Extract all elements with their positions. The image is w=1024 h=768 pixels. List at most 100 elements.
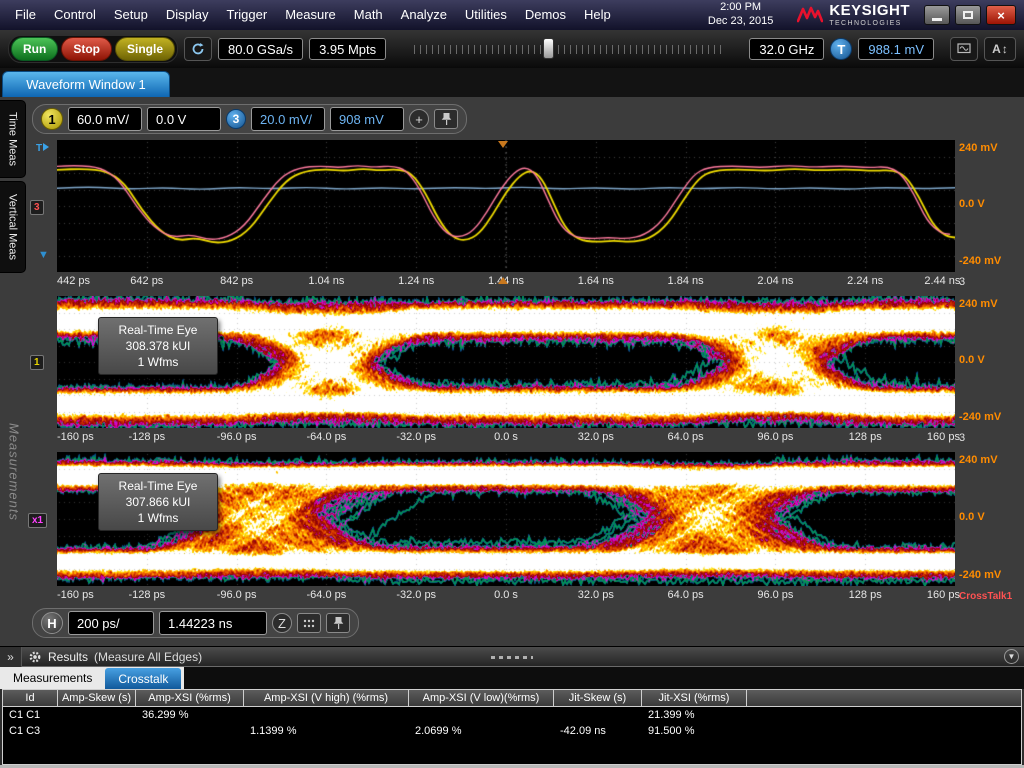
eye2-source-marker[interactable]: x1	[28, 513, 47, 528]
tab-vertical-meas[interactable]: Vertical Meas	[0, 181, 26, 273]
results-tab-bar: MeasurementsCrosstalk	[0, 667, 1024, 689]
channel3-scale-field[interactable]: 20.0 mV/	[251, 107, 325, 131]
menu-bar: FileControlSetupDisplayTriggerMeasureMat…	[0, 0, 1024, 30]
x-tick-label: 2.44 ns	[924, 275, 960, 287]
stop-button[interactable]: Stop	[61, 37, 112, 61]
restore-button[interactable]	[955, 5, 981, 25]
trigger-level-field[interactable]: 988.1 mV	[858, 38, 934, 60]
tab-time-meas[interactable]: Time Meas	[0, 100, 26, 178]
run-control-group: Run Stop Single	[8, 35, 178, 63]
table-row[interactable]: C1 C31.1399 %2.0699 %-42.09 ns91.500 %	[3, 723, 1021, 739]
menu-item-display[interactable]: Display	[157, 0, 218, 30]
waveform-plot[interactable]	[57, 140, 955, 272]
grid-options-button[interactable]	[297, 613, 321, 633]
refresh-icon-button[interactable]	[184, 37, 212, 61]
table-row[interactable]: C1 C136.299 %21.399 %	[3, 707, 1021, 723]
results-table-header: IdAmp-Skew (s)Amp-XSI (%rms)Amp-XSI (V h…	[3, 690, 1021, 707]
trigger-position-marker-top[interactable]	[498, 141, 508, 148]
clock-time: 2:00 PM	[708, 1, 773, 15]
autoscale-label: A	[992, 42, 1001, 56]
run-button[interactable]: Run	[11, 37, 58, 61]
tab-measurements[interactable]: Measurements	[0, 667, 105, 689]
minimize-button[interactable]	[924, 5, 950, 25]
table-cell: C1 C3	[3, 725, 58, 737]
pin-button[interactable]	[326, 613, 350, 633]
collapse-results-button[interactable]: ▼	[1004, 649, 1019, 664]
plot1-source-label: 3	[959, 276, 1021, 288]
channel3-badge[interactable]: 3	[226, 109, 246, 129]
refresh-icon	[191, 42, 205, 56]
tab-waveform-window-1[interactable]: Waveform Window 1	[2, 71, 170, 97]
timebase-position-field[interactable]: 1.44223 ns	[159, 611, 267, 635]
menu-item-utilities[interactable]: Utilities	[456, 0, 516, 30]
x-tick-label: -128 ps	[128, 431, 165, 443]
y-axis-label: -240 mV	[959, 411, 1021, 423]
eye-overlay-title: Real-Time Eye	[119, 478, 198, 494]
memory-depth-field[interactable]: 3.95 Mpts	[309, 38, 386, 60]
menu-item-trigger[interactable]: Trigger	[217, 0, 276, 30]
slider-handle[interactable]	[543, 38, 554, 59]
zoom-button[interactable]: Z	[272, 613, 292, 633]
minimize-icon	[932, 18, 942, 21]
window-controls: ×	[924, 5, 1016, 25]
menu-item-help[interactable]: Help	[575, 0, 620, 30]
channel3-ground-marker[interactable]: 3	[30, 200, 44, 215]
y-axis-label: 240 mV	[959, 142, 1021, 154]
trigger-time-marker[interactable]: T	[36, 143, 49, 154]
x-tick-label: 1.84 ns	[668, 275, 704, 287]
table-cell: 2.0699 %	[409, 725, 554, 737]
horizontal-position-slider[interactable]	[414, 37, 721, 61]
eye1-source-marker[interactable]: 1	[30, 355, 44, 370]
x-tick-label: -96.0 ps	[217, 431, 257, 443]
channel1-offset-field[interactable]: 0.0 V	[147, 107, 221, 131]
eye-overlay-title: Real-Time Eye	[119, 322, 198, 338]
channel-controls-bar: 1 60.0 mV/ 0.0 V 3 20.0 mV/ 908 mV +	[32, 104, 467, 134]
bandwidth-field[interactable]: 32.0 GHz	[749, 38, 824, 60]
channel1-scale-field[interactable]: 60.0 mV/	[68, 107, 142, 131]
menu-item-analyze[interactable]: Analyze	[392, 0, 456, 30]
add-waveform-button[interactable]: +	[409, 109, 429, 129]
splitter-grip[interactable]	[491, 656, 533, 659]
gear-icon[interactable]	[28, 650, 42, 664]
menu: FileControlSetupDisplayTriggerMeasureMat…	[0, 0, 620, 30]
expand-panel-button[interactable]: »	[0, 647, 22, 667]
close-button[interactable]: ×	[986, 5, 1016, 25]
trigger-position-marker-bottom[interactable]	[498, 277, 508, 284]
menu-item-file[interactable]: File	[6, 0, 45, 30]
menu-item-math[interactable]: Math	[345, 0, 392, 30]
plot2-x-axis: -160 ps-128 ps-96.0 ps-64.0 ps-32.0 ps0.…	[57, 431, 955, 444]
clock: 2:00 PM Dec 23, 2015	[708, 1, 773, 29]
eye-overlay-wfms: 1 Wfms	[138, 510, 179, 526]
timebase-scale-field[interactable]: 200 ps/	[68, 611, 154, 635]
brand-subtitle: TECHNOLOGIES	[829, 20, 910, 27]
tab-crosstalk[interactable]: Crosstalk	[105, 668, 181, 689]
x-tick-label: 128 ps	[849, 589, 882, 601]
run-control-toolbar: Run Stop Single 80.0 GSa/s 3.95 Mpts 32.…	[0, 30, 1024, 68]
display-settings-button[interactable]	[950, 37, 978, 61]
horizontal-badge[interactable]: H	[41, 612, 63, 634]
menu-item-demos[interactable]: Demos	[516, 0, 575, 30]
trigger-badge[interactable]: T	[830, 38, 852, 60]
single-button[interactable]: Single	[115, 37, 175, 61]
x-tick-label: 64.0 ps	[668, 589, 704, 601]
x-tick-label: 32.0 ps	[578, 431, 614, 443]
column-header-filler	[747, 690, 1021, 706]
trigger-level-arrow[interactable]: ▼	[38, 249, 49, 261]
y-axis-label: 0.0 V	[959, 198, 1021, 210]
sample-rate-field[interactable]: 80.0 GSa/s	[218, 38, 303, 60]
oscilloscope-app: FileControlSetupDisplayTriggerMeasureMat…	[0, 0, 1024, 768]
x-tick-label: -32.0 ps	[396, 589, 436, 601]
menu-item-control[interactable]: Control	[45, 0, 105, 30]
keysight-spark-icon	[797, 5, 823, 25]
menu-item-measure[interactable]: Measure	[276, 0, 345, 30]
pin-button[interactable]	[434, 109, 458, 129]
autoscale-button[interactable]: A↕	[984, 37, 1016, 61]
display-icon	[957, 43, 971, 55]
results-bar: » Results (Measure All Edges) ▼	[0, 646, 1024, 667]
column-header: Amp-XSI (V high) (%rms)	[244, 690, 409, 706]
channel1-badge[interactable]: 1	[41, 108, 63, 130]
x-tick-label: 32.0 ps	[578, 589, 614, 601]
channel3-offset-field[interactable]: 908 mV	[330, 107, 404, 131]
menu-item-setup[interactable]: Setup	[105, 0, 157, 30]
y-axis-label: 240 mV	[959, 454, 1021, 466]
